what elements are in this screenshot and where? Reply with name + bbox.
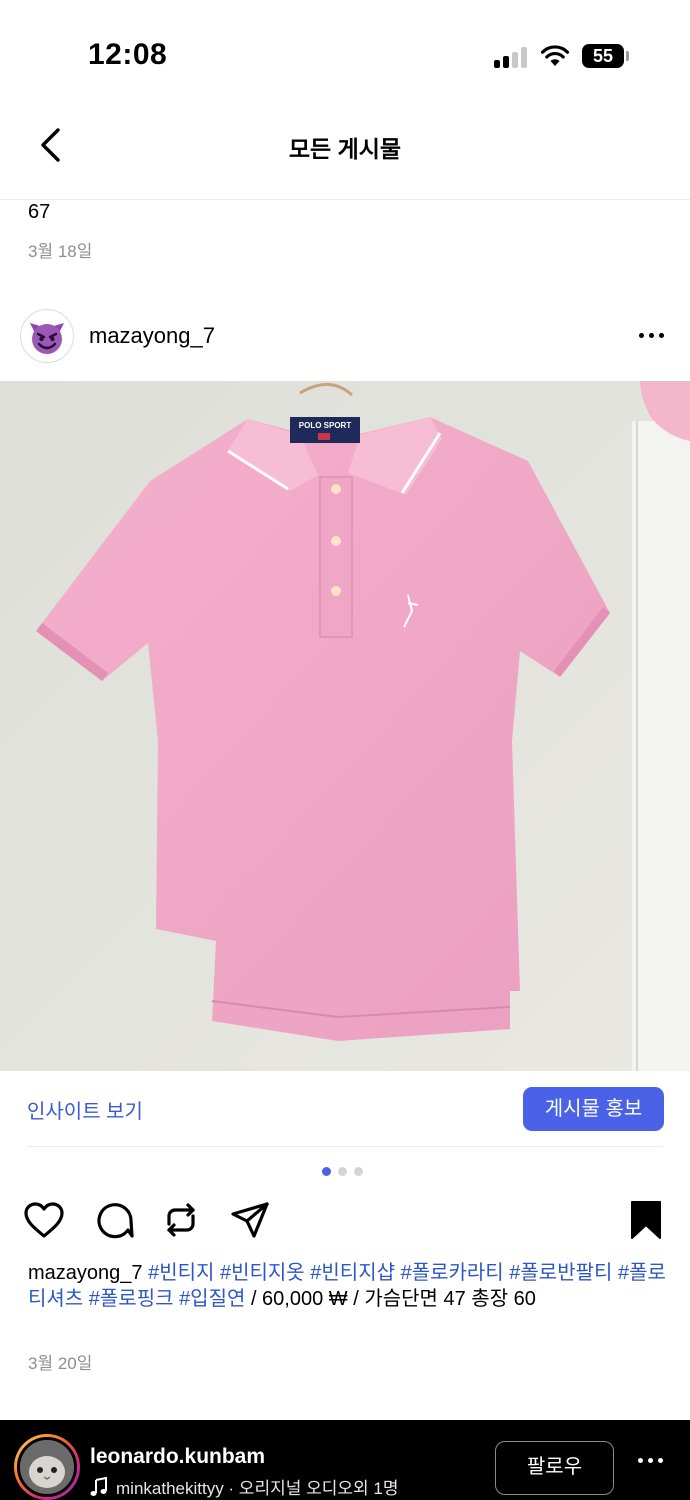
carousel-dot [338, 1167, 347, 1176]
repost-button[interactable] [159, 1198, 203, 1242]
comment-icon [97, 1203, 134, 1239]
smiling-devil-emoji [30, 323, 64, 354]
cellular-signal-icon [494, 46, 530, 68]
hashtag[interactable]: #폴로카라티 [401, 1262, 504, 1284]
view-insights-link[interactable]: 인사이트 보기 [27, 1095, 143, 1124]
post-username[interactable]: mazayong_7 [89, 323, 215, 349]
send-icon [231, 1202, 269, 1238]
cat-photo [20, 1440, 74, 1494]
comment-button[interactable] [92, 1198, 136, 1242]
pink-polo-shirt-image: POLO SPORT [0, 381, 690, 1071]
wifi-icon [540, 45, 570, 66]
collar-label-text: POLO SPORT [299, 421, 352, 430]
carousel-dot [354, 1167, 363, 1176]
hashtag[interactable]: #빈티지샵 [310, 1262, 395, 1284]
hashtag[interactable]: #빈티지 [148, 1262, 214, 1284]
hashtag[interactable]: #빈티지옷 [220, 1262, 305, 1284]
previous-post-date: 3월 18일 [28, 242, 93, 261]
reel-username[interactable]: leonardo.kunbam [90, 1445, 265, 1469]
battery-indicator: 55 [582, 44, 624, 68]
page-title: 모든 게시물 [288, 136, 402, 162]
music-note-icon [90, 1476, 107, 1496]
reel-more-options-button[interactable] [638, 1458, 663, 1463]
more-options-button[interactable] [628, 322, 674, 348]
divider [27, 1146, 663, 1147]
hashtag[interactable]: #폴로핑크 [89, 1288, 174, 1310]
caption-username[interactable]: mazayong_7 [28, 1262, 143, 1284]
promote-post-button[interactable]: 게시물 홍보 [523, 1087, 664, 1131]
status-bar: 12:08 55 [0, 0, 690, 100]
hashtag[interactable]: #폴로반팔티 [509, 1262, 612, 1284]
carousel-dot-active [322, 1167, 331, 1176]
carousel-indicator [322, 1167, 363, 1176]
hashtag[interactable]: #입질연 [179, 1288, 245, 1310]
nav-header: 모든 게시물 [0, 100, 690, 200]
post-caption: mazayong_7 #빈티지 #빈티지옷 #빈티지샵 #폴로카라티 #폴로반팔… [28, 1260, 668, 1312]
save-button[interactable] [624, 1198, 668, 1242]
bookmark-filled-icon [631, 1201, 661, 1239]
status-time: 12:08 [88, 38, 168, 71]
battery-cap [626, 51, 629, 61]
post-photo[interactable]: POLO SPORT [0, 381, 690, 1071]
story-ring[interactable] [14, 1434, 80, 1500]
reel-audio[interactable]: minkathekittyy · 오리지널 오디오외 1명 [90, 1474, 398, 1499]
repost-icon [167, 1203, 195, 1237]
reel-avatar [17, 1437, 77, 1497]
previous-post-caption: 67 [28, 201, 51, 223]
caption-text: / 60,000 ₩ / 가슴단면 47 총장 60 [245, 1288, 536, 1310]
avatar[interactable] [20, 309, 74, 363]
like-button[interactable] [22, 1198, 66, 1242]
heart-icon [24, 1202, 64, 1238]
share-button[interactable] [228, 1198, 272, 1242]
reel-preview-bar[interactable]: leonardo.kunbam minkathekittyy · 오리지널 오디… [0, 1420, 690, 1500]
reel-audio-text: minkathekittyy · 오리지널 오디오외 1명 [116, 1479, 399, 1498]
follow-button[interactable]: 팔로우 [495, 1441, 614, 1495]
post-date: 3월 20일 [28, 1354, 93, 1373]
